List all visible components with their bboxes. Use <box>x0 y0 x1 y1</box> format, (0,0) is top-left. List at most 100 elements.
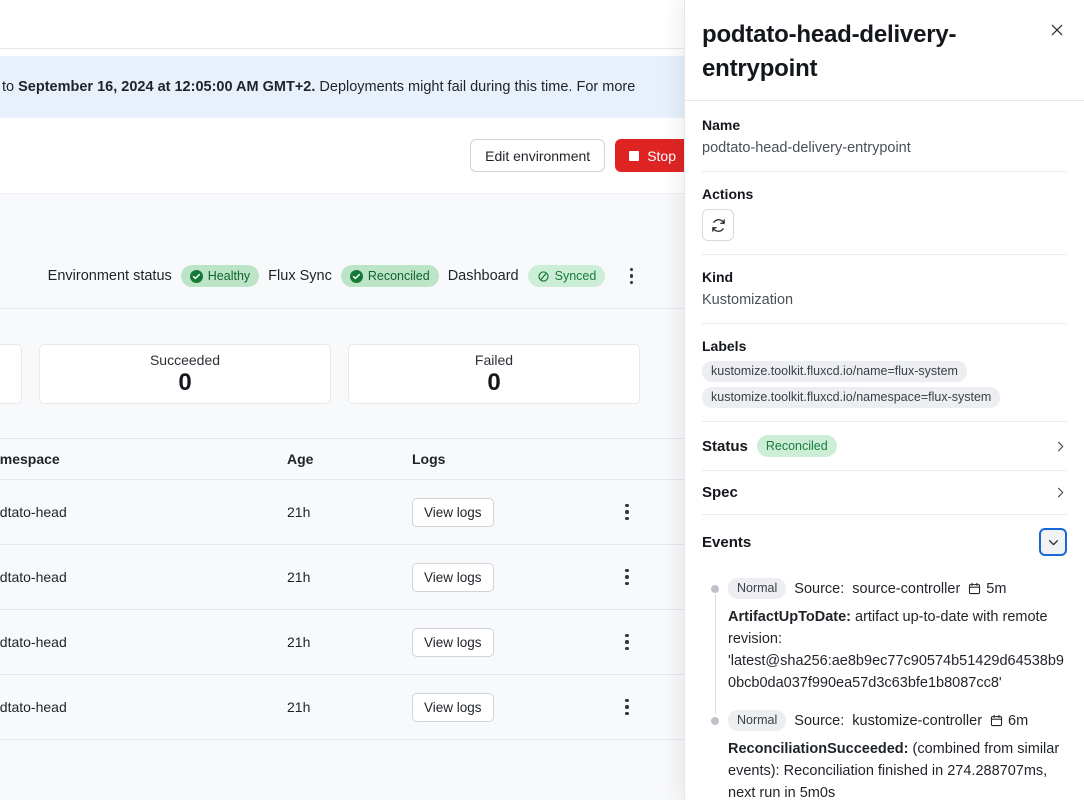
event-age-value: 6m <box>1008 713 1028 729</box>
accordion-spec-title: Spec <box>702 484 738 501</box>
accordion-status[interactable]: Status Reconciled <box>702 422 1067 471</box>
timeline-dot-icon <box>711 717 719 725</box>
view-logs-button[interactable]: View logs <box>412 628 494 657</box>
flux-sync-label: Flux Sync <box>268 268 332 284</box>
close-icon[interactable] <box>1044 17 1070 43</box>
column-header-logs: Logs <box>412 451 602 467</box>
view-logs-button[interactable]: View logs <box>412 693 494 722</box>
chevron-right-icon[interactable] <box>1054 486 1067 499</box>
cell-namespace: odtato-head <box>0 699 287 715</box>
label-chip: kustomize.toolkit.fluxcd.io/name=flux-sy… <box>702 361 967 382</box>
cell-actions <box>602 693 682 721</box>
event-reason: ReconciliationSucceeded: <box>728 741 909 757</box>
chevron-down-icon[interactable] <box>1039 528 1067 556</box>
stop-button[interactable]: Stop <box>615 139 690 172</box>
kebab-dot <box>625 647 629 651</box>
banner-text: to September 16, 2024 at 12:05:00 AM GMT… <box>0 77 635 97</box>
dashboard-badge: Synced <box>528 265 606 287</box>
kebab-dot <box>625 699 629 703</box>
view-logs-button[interactable]: View logs <box>412 563 494 592</box>
flux-sync-badge: Reconciled <box>341 265 439 287</box>
cell-age: 21h <box>287 699 412 715</box>
label-chip: kustomize.toolkit.fluxcd.io/namespace=fl… <box>702 387 1000 408</box>
field-actions-label: Actions <box>702 186 1067 202</box>
edit-environment-button[interactable]: Edit environment <box>470 139 605 172</box>
table-row[interactable]: odtato-head 21h View logs <box>0 610 690 675</box>
status-badge: Reconciled <box>757 435 837 457</box>
kebab-dot <box>625 640 629 644</box>
kebab-dot <box>625 582 629 586</box>
cell-namespace: odtato-head <box>0 634 287 650</box>
chevron-right-icon[interactable] <box>1054 440 1067 453</box>
field-labels: Labels kustomize.toolkit.fluxcd.io/name=… <box>702 324 1067 422</box>
maintenance-banner: to September 16, 2024 at 12:05:00 AM GMT… <box>0 56 690 118</box>
event-source-label: Source: <box>794 713 844 729</box>
view-logs-button[interactable]: View logs <box>412 498 494 527</box>
status-row-overflow-menu[interactable] <box>620 262 642 290</box>
row-overflow-menu[interactable] <box>616 628 638 656</box>
detail-panel: podtato-head-delivery-entrypoint Name po… <box>684 0 1084 800</box>
event-source-value: kustomize-controller <box>852 713 982 729</box>
table-row[interactable]: odtato-head 21h View logs <box>0 675 690 740</box>
event-source-value: source-controller <box>852 581 960 597</box>
event-message: ReconciliationSucceeded: (combined from … <box>728 738 1067 800</box>
table-header-row: amespace Age Logs <box>0 438 690 480</box>
refresh-glyph <box>710 217 727 234</box>
stat-card-failed: Failed 0 <box>348 344 640 404</box>
field-kind-label: Kind <box>702 269 1067 285</box>
stat-card-value: 0 <box>178 370 191 396</box>
screen: to September 16, 2024 at 12:05:00 AM GMT… <box>0 0 1084 800</box>
environment-status-badge-label: Healthy <box>208 269 250 283</box>
event-meta: Normal Source: source-controller 5m <box>728 578 1067 599</box>
chevron-right-glyph <box>1054 440 1067 453</box>
kebab-dot <box>630 281 634 285</box>
cell-age: 21h <box>287 634 412 650</box>
kebab-dot <box>625 504 629 508</box>
row-overflow-menu[interactable] <box>616 563 638 591</box>
field-kind: Kind Kustomization <box>702 255 1067 324</box>
stat-card-clipped <box>0 344 22 404</box>
kebab-dot <box>630 274 634 278</box>
table-row[interactable]: odtato-head 21h View logs <box>0 545 690 610</box>
stat-card-title: Failed <box>475 352 513 368</box>
flux-circle-slash-icon <box>537 270 550 283</box>
dashboard-badge-label: Synced <box>555 269 597 283</box>
environment-status-badge: Healthy <box>181 265 259 287</box>
accordion-spec[interactable]: Spec <box>702 471 1067 515</box>
field-kind-value: Kustomization <box>702 290 1067 310</box>
detail-panel-header: podtato-head-delivery-entrypoint <box>685 0 1084 101</box>
field-labels-label: Labels <box>702 338 1067 354</box>
cell-age: 21h <box>287 504 412 520</box>
close-glyph <box>1050 22 1064 38</box>
refresh-icon[interactable] <box>702 209 734 241</box>
kebab-dot <box>625 712 629 716</box>
calendar-icon <box>990 714 1003 727</box>
event-age: 6m <box>990 713 1028 729</box>
event-meta: Normal Source: kustomize-controller 6m <box>728 710 1067 731</box>
table-row[interactable]: odtato-head 21h View logs <box>0 480 690 545</box>
cell-namespace: odtato-head <box>0 569 287 585</box>
kebab-dot <box>630 268 634 272</box>
event-reason: ArtifactUpToDate: <box>728 609 851 625</box>
event-age-value: 5m <box>986 581 1006 597</box>
row-overflow-menu[interactable] <box>616 693 638 721</box>
stat-cards: Succeeded 0 Failed 0 <box>0 308 690 438</box>
chevron-right-glyph <box>1054 486 1067 499</box>
banner-text-prefix: to <box>2 79 18 95</box>
action-bar: Edit environment Stop <box>0 118 690 193</box>
dashboard-label: Dashboard <box>448 268 519 284</box>
chevron-down-glyph <box>1047 536 1060 549</box>
cell-logs: View logs <box>412 628 602 657</box>
row-overflow-menu[interactable] <box>616 498 638 526</box>
event-type-badge: Normal <box>728 578 786 599</box>
cell-actions <box>602 628 682 656</box>
kebab-dot <box>625 569 629 573</box>
event-age: 5m <box>968 581 1006 597</box>
accordion-events[interactable]: Events <box>702 515 1067 569</box>
stat-card-title: Succeeded <box>150 352 220 368</box>
top-strip <box>0 0 690 49</box>
environment-status-label: Environment status <box>48 268 172 284</box>
calendar-icon <box>968 582 981 595</box>
cell-logs: View logs <box>412 498 602 527</box>
cell-actions <box>602 563 682 591</box>
